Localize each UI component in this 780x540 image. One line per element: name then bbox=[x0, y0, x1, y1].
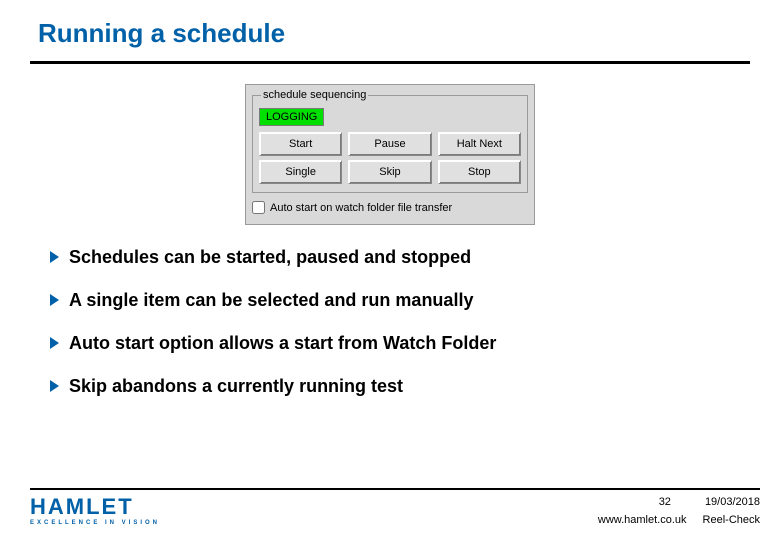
auto-start-label: Auto start on watch folder file transfer bbox=[270, 202, 452, 214]
bullet-text: A single item can be selected and run ma… bbox=[69, 290, 473, 311]
stop-button[interactable]: Stop bbox=[438, 160, 521, 184]
footer-date: 19/03/2018 bbox=[705, 496, 760, 508]
logo: HAMLET EXCELLENCE IN VISION bbox=[30, 496, 160, 526]
slide: Running a schedule schedule sequencing L… bbox=[0, 0, 780, 540]
schedule-panel: schedule sequencing LOGGING Start Pause … bbox=[245, 84, 535, 225]
footer-rule bbox=[30, 488, 760, 490]
start-button[interactable]: Start bbox=[259, 132, 342, 156]
title-rule bbox=[30, 61, 750, 64]
schedule-sequencing-fieldset: schedule sequencing LOGGING Start Pause … bbox=[252, 89, 528, 193]
bullet-text: Auto start option allows a start from Wa… bbox=[69, 333, 496, 354]
footer-product: Reel-Check bbox=[703, 514, 760, 526]
skip-button[interactable]: Skip bbox=[348, 160, 431, 184]
bullet-icon bbox=[50, 337, 59, 349]
logo-sub: EXCELLENCE IN VISION bbox=[30, 520, 160, 526]
button-grid: Start Pause Halt Next Single Skip Stop bbox=[259, 132, 521, 184]
list-item: A single item can be selected and run ma… bbox=[50, 290, 750, 311]
bullet-text: Skip abandons a currently running test bbox=[69, 376, 403, 397]
status-badge: LOGGING bbox=[259, 108, 324, 126]
footer-meta: 32 19/03/2018 www.hamlet.co.uk Reel-Chec… bbox=[580, 496, 760, 526]
slide-title: Running a schedule bbox=[30, 18, 750, 61]
auto-start-checkbox[interactable] bbox=[252, 201, 265, 214]
list-item: Skip abandons a currently running test bbox=[50, 376, 750, 397]
footer: HAMLET EXCELLENCE IN VISION 32 19/03/201… bbox=[30, 488, 760, 526]
bullet-list: Schedules can be started, paused and sto… bbox=[30, 247, 750, 397]
footer-line-1: 32 19/03/2018 bbox=[659, 496, 760, 508]
logo-main: HAMLET bbox=[30, 496, 160, 518]
bullet-icon bbox=[50, 380, 59, 392]
bullet-icon bbox=[50, 251, 59, 263]
halt-next-button[interactable]: Halt Next bbox=[438, 132, 521, 156]
footer-url: www.hamlet.co.uk bbox=[598, 514, 687, 526]
bullet-text: Schedules can be started, paused and sto… bbox=[69, 247, 471, 268]
footer-line-2: www.hamlet.co.uk Reel-Check bbox=[598, 514, 760, 526]
list-item: Auto start option allows a start from Wa… bbox=[50, 333, 750, 354]
bullet-icon bbox=[50, 294, 59, 306]
panel-container: schedule sequencing LOGGING Start Pause … bbox=[30, 84, 750, 225]
fieldset-legend: schedule sequencing bbox=[261, 89, 368, 101]
page-number: 32 bbox=[659, 496, 671, 508]
single-button[interactable]: Single bbox=[259, 160, 342, 184]
footer-row: HAMLET EXCELLENCE IN VISION 32 19/03/201… bbox=[30, 496, 760, 526]
list-item: Schedules can be started, paused and sto… bbox=[50, 247, 750, 268]
pause-button[interactable]: Pause bbox=[348, 132, 431, 156]
auto-start-row[interactable]: Auto start on watch folder file transfer bbox=[252, 201, 528, 214]
status-row: LOGGING bbox=[259, 107, 521, 126]
